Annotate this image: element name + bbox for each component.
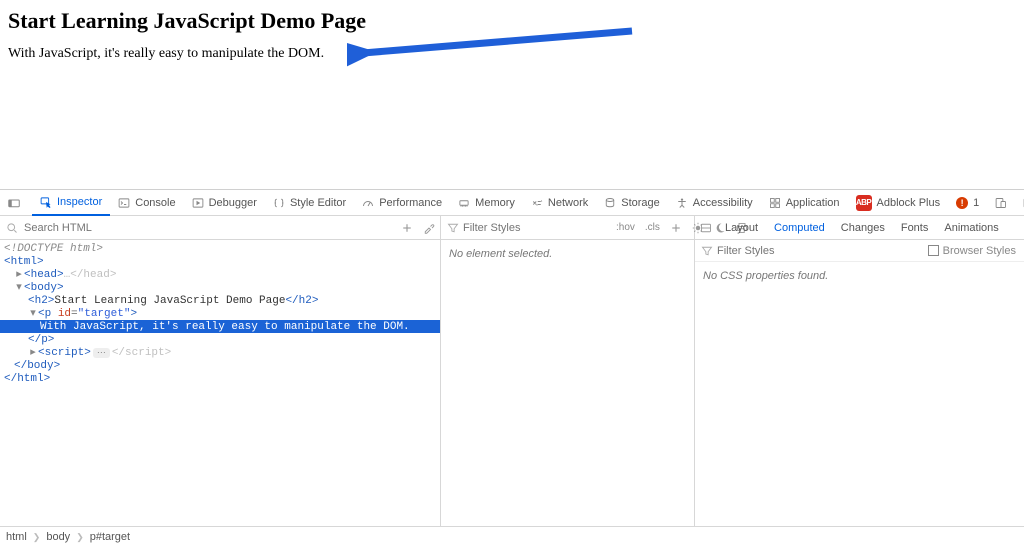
dom-doctype[interactable]: <!DOCTYPE html>: [4, 243, 103, 255]
chevron-right-icon: ❯: [31, 532, 43, 543]
add-element-button[interactable]: [396, 216, 418, 240]
add-rule-button[interactable]: [665, 222, 687, 234]
tab-debugger[interactable]: Debugger: [184, 190, 265, 216]
page-content: Start Learning JavaScript Demo Page With…: [0, 0, 1024, 189]
breadcrumb: html ❯ body ❯ p#target: [0, 526, 1024, 547]
responsive-design-button[interactable]: [987, 190, 1015, 216]
tab-console[interactable]: Console: [110, 190, 183, 216]
responsive-icon: [995, 197, 1007, 209]
browser-styles-toggle[interactable]: Browser Styles: [920, 245, 1024, 257]
memory-icon: [458, 197, 470, 209]
dock-button[interactable]: [1015, 190, 1024, 216]
rules-empty-message: No element selected.: [449, 248, 552, 260]
subtab-animations[interactable]: Animations: [936, 216, 1006, 240]
tab-storage[interactable]: Storage: [596, 190, 668, 216]
tab-accessibility[interactable]: Accessibility: [668, 190, 761, 216]
tab-performance[interactable]: Performance: [354, 190, 450, 216]
breadcrumb-item[interactable]: p#target: [90, 531, 130, 543]
subtab-computed[interactable]: Computed: [766, 216, 833, 240]
tab-adblock-plus[interactable]: ABP Adblock Plus: [848, 190, 949, 216]
subtab-fonts[interactable]: Fonts: [893, 216, 937, 240]
dom-body-open[interactable]: ▾<body>: [0, 281, 440, 294]
storage-icon: [604, 197, 616, 209]
accessibility-icon: [676, 197, 688, 209]
page-heading: Start Learning JavaScript Demo Page: [8, 8, 1016, 34]
performance-icon: [362, 197, 374, 209]
dom-head[interactable]: ▸<head>…</head>: [0, 268, 440, 281]
dom-p-open[interactable]: ▾<p id="target">: [0, 307, 440, 320]
checkbox-icon: [928, 245, 939, 256]
plus-icon: [670, 222, 682, 234]
tab-application[interactable]: Application: [761, 190, 848, 216]
console-icon: [118, 197, 130, 209]
eyedropper-icon: [423, 222, 435, 234]
page-paragraph: With JavaScript, it's really easy to man…: [8, 46, 1016, 62]
layout-panel-toggle[interactable]: [695, 216, 717, 240]
tab-memory[interactable]: Memory: [450, 190, 523, 216]
computed-pane: Browser Styles No CSS properties found.: [695, 240, 1024, 547]
cls-button[interactable]: .cls: [640, 222, 665, 233]
search-html-field[interactable]: [0, 216, 396, 240]
dom-p-text[interactable]: With JavaScript, it's really easy to man…: [0, 320, 440, 333]
search-html-input[interactable]: [24, 222, 390, 234]
chevron-right-icon: ❯: [74, 532, 86, 543]
pseudo-hov-button[interactable]: :hov: [611, 222, 640, 233]
debugger-icon: [192, 197, 204, 209]
subtab-changes[interactable]: Changes: [833, 216, 893, 240]
dom-script[interactable]: ▸<script>⋯</script>: [0, 346, 440, 359]
network-icon: [531, 197, 543, 209]
filter-icon: [701, 245, 713, 257]
application-icon: [769, 197, 781, 209]
dom-p-close[interactable]: </p>: [0, 333, 440, 346]
filter-icon: [447, 222, 459, 234]
eyedropper-button[interactable]: [418, 216, 440, 240]
tab-inspector[interactable]: Inspector: [32, 190, 110, 216]
filter-styles-input[interactable]: [463, 222, 605, 234]
dom-html-close[interactable]: </html>: [0, 372, 440, 385]
dom-html-open[interactable]: <html>: [0, 255, 440, 268]
error-count-button[interactable]: ! 1: [948, 190, 987, 216]
tab-network[interactable]: Network: [523, 190, 596, 216]
rules-pane: No element selected.: [441, 240, 695, 547]
close-devtools-button[interactable]: [0, 190, 28, 216]
computed-filter-input[interactable]: [717, 245, 914, 257]
plus-icon: [401, 222, 413, 234]
breadcrumb-item[interactable]: body: [46, 531, 70, 543]
devtools-sub-toolbar: :hov .cls Layout Computed Changes: [0, 216, 1024, 240]
devtools-panel: Inspector Console Debugger Style Editor …: [0, 189, 1024, 547]
breadcrumb-item[interactable]: html: [6, 531, 27, 543]
inspector-icon: [40, 196, 52, 208]
subtab-layout[interactable]: Layout: [717, 216, 766, 240]
tab-style-editor[interactable]: Style Editor: [265, 190, 354, 216]
search-icon: [6, 222, 18, 234]
panel-icon: [700, 222, 712, 234]
error-icon: !: [956, 197, 968, 209]
dom-body-close[interactable]: </body>: [0, 359, 440, 372]
computed-empty-message: No CSS properties found.: [703, 270, 828, 282]
adblock-icon: ABP: [856, 195, 872, 211]
dom-tree-pane[interactable]: <!DOCTYPE html> <html> ▸<head>…</head> ▾…: [0, 240, 441, 547]
devtools-tabs: Inspector Console Debugger Style Editor …: [0, 190, 1024, 216]
close-devtools-icon: [8, 197, 20, 209]
dom-h2[interactable]: <h2>Start Learning JavaScript Demo Page<…: [0, 294, 440, 307]
style-editor-icon: [273, 197, 285, 209]
